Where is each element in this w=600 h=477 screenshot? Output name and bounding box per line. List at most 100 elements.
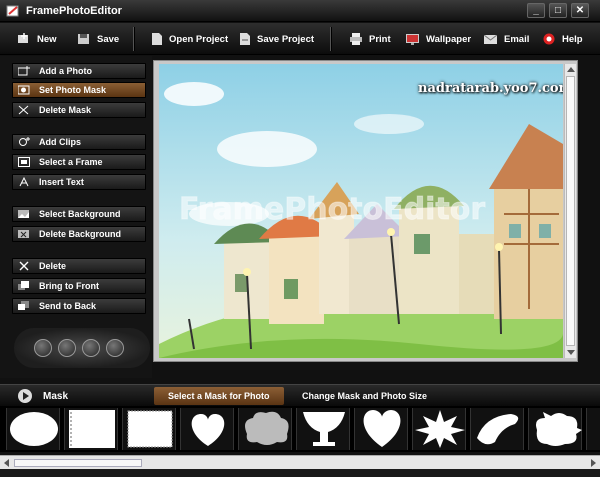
wallpaper-label: Wallpaper — [426, 33, 472, 45]
help-label: Help — [562, 33, 583, 45]
delete-button[interactable]: Delete — [12, 258, 146, 274]
mask-thumb-oval[interactable] — [6, 408, 60, 450]
scroll-up-icon[interactable] — [567, 67, 575, 72]
sidebar-label: Send to Back — [39, 301, 97, 311]
wallpaper-icon — [406, 33, 419, 45]
sidebar-label: Set Photo Mask — [39, 85, 107, 95]
email-button[interactable]: Email — [484, 31, 529, 47]
sidebar-label: Delete Background — [39, 229, 122, 239]
open-project-icon — [152, 33, 162, 45]
scroll-thumb[interactable] — [566, 76, 575, 346]
maximize-button[interactable]: □ — [549, 3, 567, 18]
open-project-label: Open Project — [169, 33, 229, 45]
zoom-out-icon[interactable] — [34, 339, 52, 357]
brush-stroke-mask-icon — [477, 414, 519, 445]
mask-strip-scrollbar[interactable] — [0, 455, 600, 469]
set-photo-mask-button[interactable]: Set Photo Mask — [12, 82, 146, 98]
heart-soft-mask-icon — [191, 414, 225, 446]
mask-thumb-goblet[interactable] — [296, 408, 350, 450]
oval-mask-icon — [10, 412, 58, 446]
zoom-controls — [14, 328, 150, 368]
save-label: Save — [97, 33, 120, 45]
email-icon — [484, 34, 497, 44]
save-button[interactable]: Save — [78, 31, 119, 47]
frame-icon — [18, 157, 30, 167]
soft-rect-mask-icon — [127, 410, 173, 448]
sidebar-label: Bring to Front — [39, 281, 99, 291]
canvas-vertical-scrollbar[interactable] — [564, 64, 576, 358]
cloud-mask-icon — [245, 411, 289, 445]
starburst-mask-icon — [415, 410, 465, 448]
tab-select-mask[interactable]: Select a Mask for Photo — [154, 387, 284, 405]
play-icon[interactable] — [18, 389, 32, 403]
mask-thumb-soft-rect[interactable] — [122, 408, 176, 450]
splat-mask-icon — [536, 412, 582, 446]
close-button[interactable]: ✕ — [571, 3, 589, 18]
app-logo-icon — [6, 5, 19, 17]
delete-mask-button[interactable]: Delete Mask — [12, 102, 146, 118]
zoom-in-icon[interactable] — [106, 339, 124, 357]
mask-thumb-heart[interactable] — [354, 408, 408, 450]
mask-panel-header: Mask Select a Mask for Photo Change Mask… — [0, 384, 600, 406]
mask-thumb-cloud[interactable] — [238, 408, 292, 450]
print-button[interactable]: Print — [350, 31, 391, 47]
sidebar-label: Insert Text — [39, 177, 84, 187]
save-project-icon — [240, 33, 250, 45]
actual-size-icon[interactable] — [82, 339, 100, 357]
mask-thumb-heart-soft[interactable] — [180, 408, 234, 450]
help-button[interactable]: Help — [543, 31, 583, 47]
select-background-button[interactable]: Select Background — [12, 206, 146, 222]
wallpaper-button[interactable]: Wallpaper — [406, 31, 471, 47]
window-title: FramePhotoEditor — [26, 5, 122, 17]
bring-to-front-button[interactable]: Bring to Front — [12, 278, 146, 294]
mask-thumb-starburst[interactable] — [412, 408, 466, 450]
new-icon — [18, 33, 28, 43]
add-clips-icon — [19, 137, 30, 146]
scroll-thumb[interactable] — [14, 459, 142, 467]
save-project-label: Save Project — [257, 33, 315, 45]
overlay-text: FramePhotoEditor — [179, 192, 485, 227]
sidebar-label: Add a Photo — [39, 66, 92, 76]
mask-thumb-splat[interactable] — [528, 408, 582, 450]
main-toolbar: New Save Open Project Save Project Print… — [0, 23, 600, 55]
heart-mask-icon — [363, 410, 401, 447]
delete-icon — [19, 261, 29, 271]
open-project-button[interactable]: Open Project — [152, 31, 228, 47]
text-icon — [19, 177, 29, 187]
scroll-right-icon[interactable] — [591, 459, 596, 467]
title-bar: FramePhotoEditor _ □ ✕ — [0, 0, 600, 22]
fit-icon[interactable] — [58, 339, 76, 357]
scroll-down-icon[interactable] — [567, 350, 575, 355]
sidebar-label: Delete — [39, 261, 67, 271]
send-back-icon — [18, 301, 29, 310]
mask-thumbnail-strip — [0, 406, 600, 452]
sidebar-label: Select Background — [39, 209, 121, 219]
select-frame-button[interactable]: Select a Frame — [12, 154, 146, 170]
photo-canvas[interactable]: FramePhotoEditor nadratarab.yoo7.com — [153, 60, 578, 362]
mask-thumb-film[interactable] — [64, 408, 118, 450]
window-bottom-border — [0, 469, 600, 477]
background-icon — [18, 210, 29, 218]
toolbar-divider — [330, 27, 331, 51]
sidebar-label: Add Clips — [39, 137, 81, 147]
delete-background-button[interactable]: Delete Background — [12, 226, 146, 242]
mask-thumb-partial[interactable] — [586, 408, 600, 450]
email-label: Email — [504, 33, 530, 45]
new-button[interactable]: New — [18, 31, 57, 47]
mask-label: Mask — [43, 391, 69, 402]
tab-change-mask-size[interactable]: Change Mask and Photo Size — [288, 387, 441, 405]
delete-background-icon — [18, 230, 29, 238]
canvas-photo[interactable]: FramePhotoEditor nadratarab.yoo7.com — [159, 64, 563, 358]
mask-icon — [18, 85, 30, 95]
sidebar-label: Delete Mask — [39, 105, 92, 115]
save-project-button[interactable]: Save Project — [240, 31, 314, 47]
mask-thumb-brush[interactable] — [470, 408, 524, 450]
insert-text-button[interactable]: Insert Text — [12, 174, 146, 190]
minimize-button[interactable]: _ — [527, 3, 545, 18]
send-to-back-button[interactable]: Send to Back — [12, 298, 146, 314]
goblet-mask-icon — [303, 412, 345, 446]
scroll-left-icon[interactable] — [4, 459, 9, 467]
add-photo-button[interactable]: Add a Photo — [12, 63, 146, 79]
add-clips-button[interactable]: Add Clips — [12, 134, 146, 150]
bring-front-icon — [18, 281, 29, 290]
